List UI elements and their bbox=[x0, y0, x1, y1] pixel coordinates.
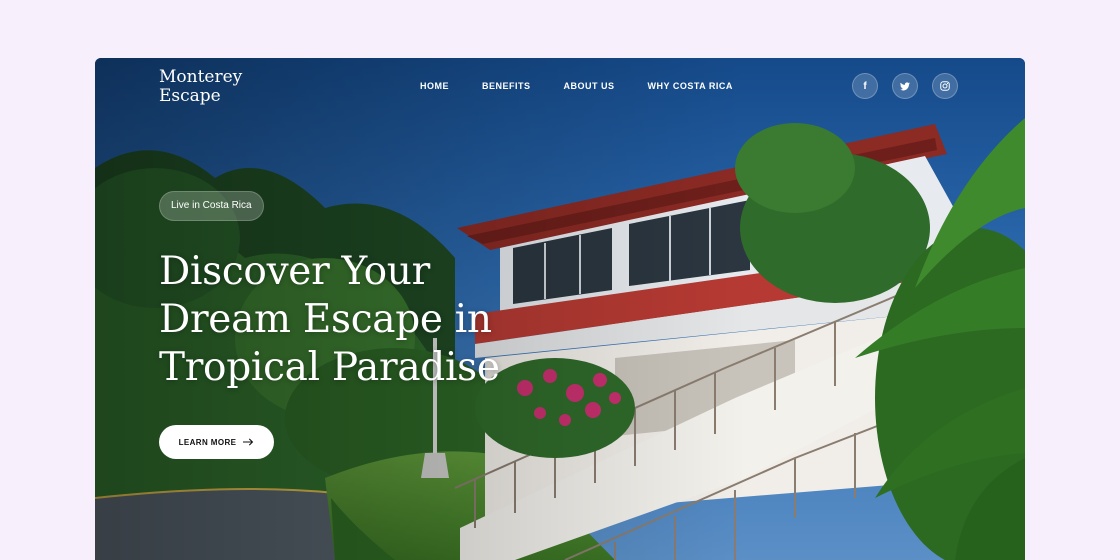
instagram-button[interactable] bbox=[932, 73, 958, 99]
nav-item-why-costa-rica[interactable]: WHY COSTA RICA bbox=[648, 81, 733, 91]
location-badge: Live in Costa Rica bbox=[159, 191, 264, 221]
main-nav: HOME BENEFITS ABOUT US WHY COSTA RICA bbox=[420, 81, 733, 91]
social-links: f bbox=[852, 73, 958, 99]
headline-line-3: Tropical Paradise bbox=[159, 345, 500, 390]
nav-item-home[interactable]: HOME bbox=[420, 81, 449, 91]
instagram-icon bbox=[940, 81, 950, 91]
nav-item-about-us[interactable]: ABOUT US bbox=[564, 81, 615, 91]
facebook-button[interactable]: f bbox=[852, 73, 878, 99]
headline-line-1: Discover Your bbox=[159, 249, 430, 294]
learn-more-button[interactable]: LEARN MORE bbox=[159, 425, 274, 459]
arrow-right-icon bbox=[243, 438, 254, 446]
brand-logo[interactable]: Monterey Escape bbox=[159, 68, 242, 106]
learn-more-label: LEARN MORE bbox=[178, 437, 237, 447]
brand-line-2: Escape bbox=[159, 86, 221, 106]
hero-section: Monterey Escape HOME BENEFITS ABOUT US W… bbox=[95, 58, 1025, 560]
brand-line-1: Monterey bbox=[159, 67, 243, 87]
facebook-icon: f bbox=[863, 80, 867, 92]
headline-line-2: Dream Escape in bbox=[159, 297, 492, 342]
twitter-button[interactable] bbox=[892, 73, 918, 99]
twitter-icon bbox=[900, 81, 910, 90]
hero-headline: Discover Your Dream Escape in Tropical P… bbox=[159, 248, 579, 392]
nav-item-benefits[interactable]: BENEFITS bbox=[482, 81, 531, 91]
